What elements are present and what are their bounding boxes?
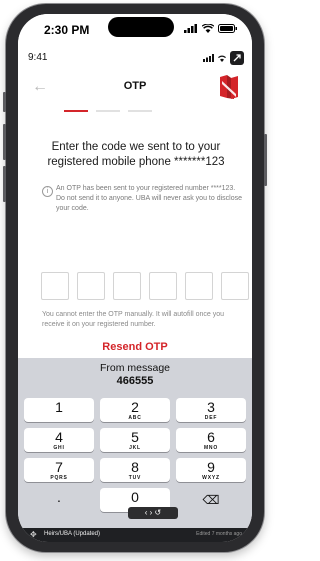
suggestion-code: 466555	[116, 375, 154, 387]
key-digit: 5	[131, 429, 139, 445]
figma-icon: ✥	[30, 530, 37, 539]
key-8[interactable]: 8 TUV	[100, 458, 170, 482]
key-letters: JKL	[129, 445, 141, 451]
suggestion-label: From message	[99, 362, 171, 374]
device-status-icons	[184, 24, 238, 33]
key-digit: 7	[55, 459, 63, 475]
delete-icon: ⌫	[202, 493, 220, 507]
dynamic-island	[108, 17, 174, 37]
otp-digit-input[interactable]	[113, 272, 141, 300]
screenshot-stage: 2:30 PM 9:41 ← OTP Enter the code we sen…	[0, 0, 270, 561]
key-letters: ABC	[128, 415, 142, 421]
step-progress	[64, 110, 152, 112]
edited-timestamp: Edited 7 months ago	[196, 531, 242, 537]
info-icon: i	[42, 186, 53, 197]
key-letters: GHI	[53, 445, 65, 451]
app-status-icons	[203, 51, 244, 65]
otp-digit-input[interactable]	[41, 272, 69, 300]
info-text: An OTP has been sent to your registered …	[56, 185, 242, 212]
device-status-bar: 2:30 PM	[18, 14, 252, 48]
otp-digit-input[interactable]	[77, 272, 105, 300]
expand-icon[interactable]	[230, 51, 244, 65]
progress-step-1	[64, 110, 88, 112]
key-digit: 4	[55, 429, 63, 445]
otp-instruction-heading: Enter the code we sent to to your regist…	[47, 141, 225, 168]
cellular-signal-icon	[203, 54, 214, 62]
mute-switch	[3, 92, 6, 112]
otp-input-group	[41, 272, 249, 300]
progress-step-2	[96, 110, 120, 112]
resend-otp-button[interactable]: Resend OTP	[18, 341, 252, 353]
cursor-controls[interactable]: ‹ › ↺	[128, 507, 178, 519]
cellular-signal-icon	[184, 24, 197, 33]
key-digit: 2	[131, 399, 139, 415]
numeric-keyboard: From message 466555 1 2 ABC 3 DEF 4 GHI 5 JK…	[18, 358, 252, 528]
otp-autofill-suggestion[interactable]: From message 466555	[18, 362, 252, 388]
key-letters: DEF	[204, 415, 218, 421]
key-digit: 0	[131, 489, 139, 505]
progress-step-3	[128, 110, 152, 112]
key-1[interactable]: 1	[24, 398, 94, 422]
uba-logo-icon	[220, 75, 238, 99]
volume-up-button	[3, 124, 6, 160]
key-letters: TUV	[128, 475, 142, 481]
key-digit: 1	[55, 399, 63, 415]
key-3[interactable]: 3 DEF	[176, 398, 246, 422]
key-digit: 3	[207, 399, 215, 415]
app-time: 9:41	[28, 52, 48, 63]
key-letters: PQRS	[50, 475, 68, 481]
phone-screen: 2:30 PM 9:41 ← OTP Enter the code we sen…	[18, 14, 252, 542]
otp-digit-input[interactable]	[185, 272, 213, 300]
power-button	[264, 134, 267, 186]
prototype-bottom-bar: ✥ Heirs/UBA (Updated) Edited 7 months ag…	[18, 528, 252, 542]
key-digit: 9	[207, 459, 215, 475]
page-title: OTP	[123, 80, 147, 92]
file-title[interactable]: Heirs/UBA (Updated)	[44, 531, 100, 537]
wifi-icon	[202, 24, 214, 33]
wifi-icon	[218, 55, 226, 62]
device-time: 2:30 PM	[44, 23, 90, 37]
otp-digit-input[interactable]	[149, 272, 177, 300]
key-6[interactable]: 6 MNO	[176, 428, 246, 452]
volume-down-button	[3, 166, 6, 202]
battery-icon	[218, 24, 237, 33]
autofill-note: You cannot enter the OTP manually. It wi…	[42, 311, 224, 328]
key-letters: MNO	[203, 445, 219, 451]
key-digit: .	[57, 489, 61, 505]
key-4[interactable]: 4 GHI	[24, 428, 94, 452]
phone-frame: 2:30 PM 9:41 ← OTP Enter the code we sen…	[3, 4, 267, 552]
app-status-bar: 9:41	[18, 48, 252, 70]
delete-key[interactable]: ⌫	[176, 488, 246, 512]
otp-digit-input[interactable]	[221, 272, 249, 300]
key-decimal[interactable]: .	[24, 488, 94, 512]
key-2[interactable]: 2 ABC	[100, 398, 170, 422]
key-5[interactable]: 5 JKL	[100, 428, 170, 452]
key-digit: 8	[131, 459, 139, 475]
key-letters: WXYZ	[202, 475, 220, 481]
key-7[interactable]: 7 PQRS	[24, 458, 94, 482]
key-9[interactable]: 9 WXYZ	[176, 458, 246, 482]
app-header: ← OTP	[18, 72, 252, 104]
key-digit: 6	[207, 429, 215, 445]
